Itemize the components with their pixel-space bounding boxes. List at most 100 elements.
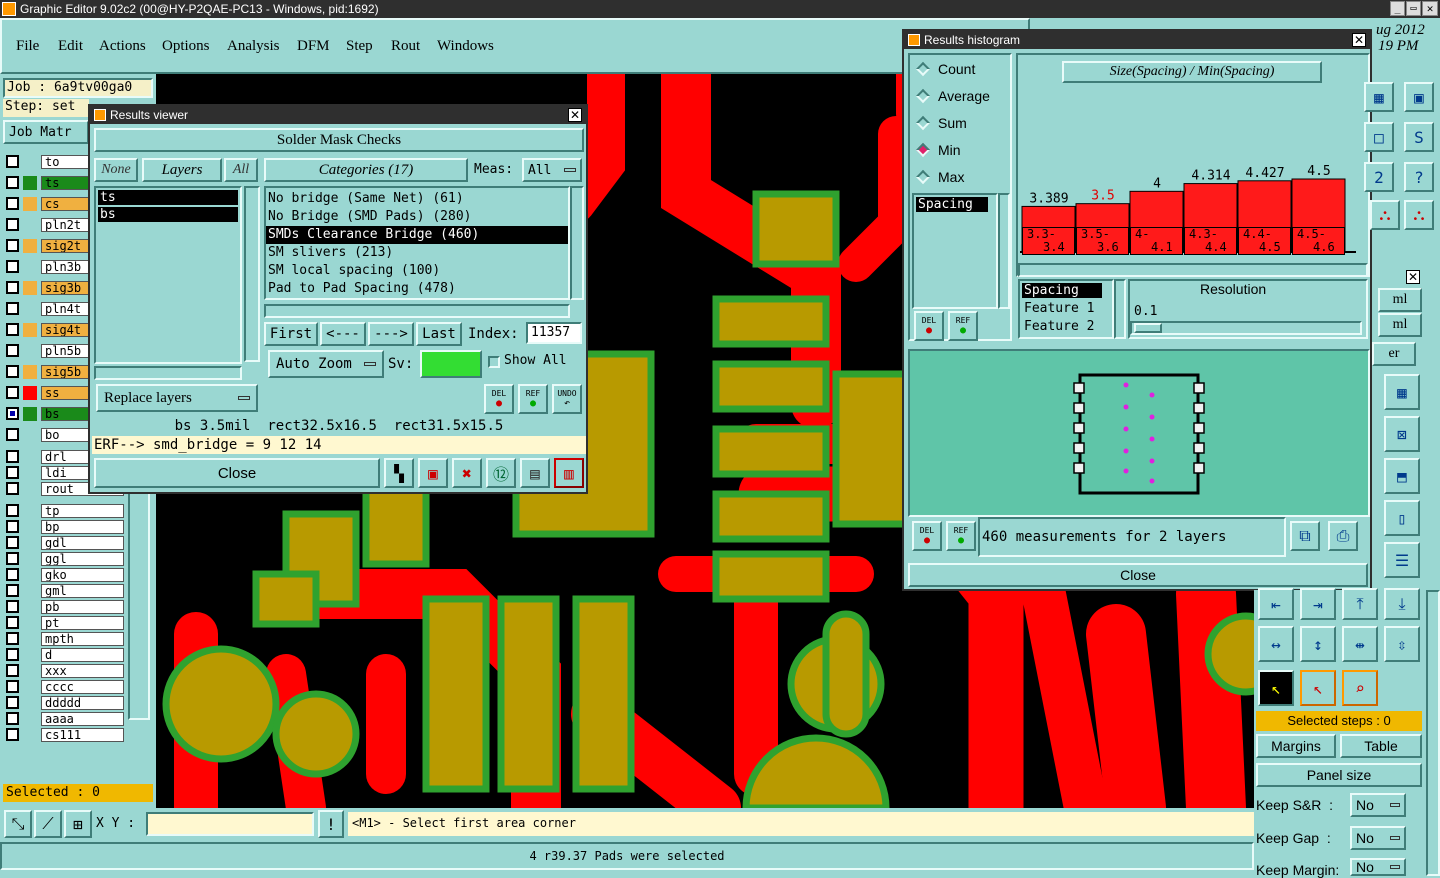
layer-color-swatch[interactable] — [23, 727, 37, 742]
tool-icon-b[interactable]: ▣ — [1404, 82, 1434, 112]
layer-color-swatch[interactable] — [23, 154, 37, 169]
undo-icon[interactable]: UNDO ↶ — [552, 384, 582, 414]
layer-checkbox[interactable] — [6, 344, 19, 357]
compress-v-icon[interactable]: ⇳ — [1384, 626, 1420, 662]
radio-icon[interactable] — [915, 61, 931, 77]
layer-row[interactable]: d — [6, 647, 124, 662]
xy-input[interactable] — [146, 812, 314, 836]
ml-button-2[interactable]: ml — [1378, 313, 1422, 337]
categories-button[interactable]: Categories (17) — [264, 158, 468, 182]
close-window-button[interactable]: ✕ — [1422, 1, 1438, 16]
er-dropdown[interactable]: er — [1372, 342, 1416, 366]
layer-color-swatch[interactable] — [23, 196, 37, 211]
layer-checkbox[interactable] — [6, 712, 19, 725]
layer-checkbox[interactable] — [6, 680, 19, 693]
job-matrix-button[interactable]: Job Matr — [3, 120, 89, 144]
layer-list-vscroll[interactable] — [244, 186, 260, 362]
layer-checkbox[interactable] — [6, 365, 19, 378]
index-input[interactable]: 11357 — [526, 322, 582, 344]
hist-del-icon[interactable]: DEL ● — [914, 311, 944, 341]
layer-color-swatch[interactable] — [23, 631, 37, 646]
layer-color-swatch[interactable] — [23, 217, 37, 232]
layer-checkbox[interactable] — [6, 616, 19, 629]
layer-list-item[interactable]: ts — [98, 190, 238, 205]
histogram-hscroll[interactable] — [1018, 263, 1368, 277]
radio-icon[interactable] — [915, 169, 931, 185]
keep-margin-dropdown[interactable]: No — [1350, 858, 1406, 876]
layer-color-swatch[interactable] — [23, 647, 37, 662]
layer-color-swatch[interactable] — [23, 322, 37, 337]
results-viewer-close-button[interactable]: Close — [94, 458, 380, 488]
layer-checkbox[interactable] — [6, 482, 19, 495]
layer-color-swatch[interactable] — [23, 663, 37, 678]
categories-hscroll[interactable] — [264, 304, 570, 318]
layer-row[interactable]: ddddd — [6, 695, 124, 710]
pointer-select-icon[interactable]: ↖ — [1300, 670, 1336, 706]
all-layers-button[interactable]: All — [224, 158, 258, 182]
layer-checkbox[interactable] — [6, 568, 19, 581]
minimize-button[interactable]: _ — [1390, 1, 1405, 16]
layer-row[interactable]: gdl — [6, 535, 124, 550]
help-icon[interactable]: ? — [1404, 162, 1434, 192]
category-item[interactable]: No bridge (Same Net) (61) — [266, 190, 568, 208]
numbered-icon[interactable]: ⑫ — [486, 458, 516, 488]
menu-rout[interactable]: Rout — [391, 38, 420, 55]
layer-checkbox[interactable] — [6, 536, 19, 549]
categories-listbox[interactable]: No bridge (Same Net) (61) No Bridge (SMD … — [264, 186, 570, 300]
layer-checkbox[interactable] — [6, 466, 19, 479]
layer-color-swatch[interactable] — [23, 567, 37, 582]
layer-color-swatch[interactable] — [23, 535, 37, 550]
layer-checkbox[interactable] — [6, 428, 19, 441]
layer-row[interactable]: xxx — [6, 663, 124, 678]
radio-icon[interactable] — [915, 142, 931, 158]
layer-row[interactable]: gko — [6, 567, 124, 582]
categories-vscroll[interactable] — [570, 186, 584, 300]
histogram-close-icon[interactable]: ✕ — [1352, 33, 1366, 47]
stack-icon[interactable]: ☰ — [1384, 542, 1420, 578]
layer-checkbox[interactable] — [6, 197, 19, 210]
menu-dfm[interactable]: DFM — [297, 38, 330, 55]
layer-color-swatch[interactable] — [23, 519, 37, 534]
histogram-option-max[interactable]: Max — [912, 167, 964, 187]
ml-button-1[interactable]: ml — [1378, 288, 1422, 312]
table-button[interactable]: Table — [1340, 734, 1422, 758]
layer-color-swatch[interactable] — [23, 465, 37, 480]
layer-row[interactable]: bp — [6, 519, 124, 534]
menu-analysis[interactable]: Analysis — [227, 38, 280, 55]
previous-button[interactable]: <--- — [320, 322, 366, 346]
layer-checkbox[interactable] — [6, 520, 19, 533]
arrow-down-icon[interactable]: ⤓ — [1384, 588, 1420, 620]
layer-color-swatch[interactable] — [23, 481, 37, 496]
layer-checkbox[interactable] — [6, 696, 19, 709]
layer-color-swatch[interactable] — [23, 615, 37, 630]
layer-color-swatch[interactable] — [23, 679, 37, 694]
pointer-icon[interactable]: ↖ — [1258, 670, 1294, 706]
panel-size-button[interactable]: Panel size — [1256, 763, 1422, 787]
print-icon[interactable]: ⎙ — [1328, 521, 1358, 551]
snap-icon[interactable]: ⊞ — [64, 810, 92, 838]
keep-sr-dropdown[interactable]: No — [1350, 793, 1406, 817]
layer-checkbox[interactable] — [6, 155, 19, 168]
layer-color-swatch[interactable] — [23, 385, 37, 400]
layer-checkbox[interactable] — [6, 176, 19, 189]
step-icon[interactable]: ⬒ — [1384, 458, 1420, 494]
layer-row[interactable]: ggl — [6, 551, 124, 566]
menu-step[interactable]: Step — [346, 38, 373, 55]
layer-color-swatch[interactable] — [23, 695, 37, 710]
tool-icon-f[interactable]: ⛬ — [1370, 200, 1400, 230]
preview-ref-icon[interactable]: REF ● — [946, 521, 976, 551]
category-item[interactable]: Pad to Pad Spacing (478) — [266, 280, 568, 298]
tool-icon-d[interactable]: S — [1404, 122, 1434, 152]
radio-icon[interactable] — [915, 115, 931, 131]
histogram-icon[interactable]: ▥ — [554, 458, 584, 488]
replace-layers-dropdown[interactable]: Replace layers — [96, 384, 258, 412]
layer-checkbox[interactable] — [6, 664, 19, 677]
menu-options[interactable]: Options — [162, 38, 210, 55]
layer-row[interactable]: gml — [6, 583, 124, 598]
category-item[interactable]: SM local spacing (100) — [266, 262, 568, 280]
layer-color-swatch[interactable] — [23, 427, 37, 442]
feature-list[interactable]: Spacing Feature 1 Feature 2 — [1018, 279, 1114, 339]
layer-checkbox[interactable] — [6, 281, 19, 294]
layer-checkbox[interactable] — [6, 239, 19, 252]
category-item[interactable]: SMDs Clearance Bridge (460) — [266, 226, 568, 244]
